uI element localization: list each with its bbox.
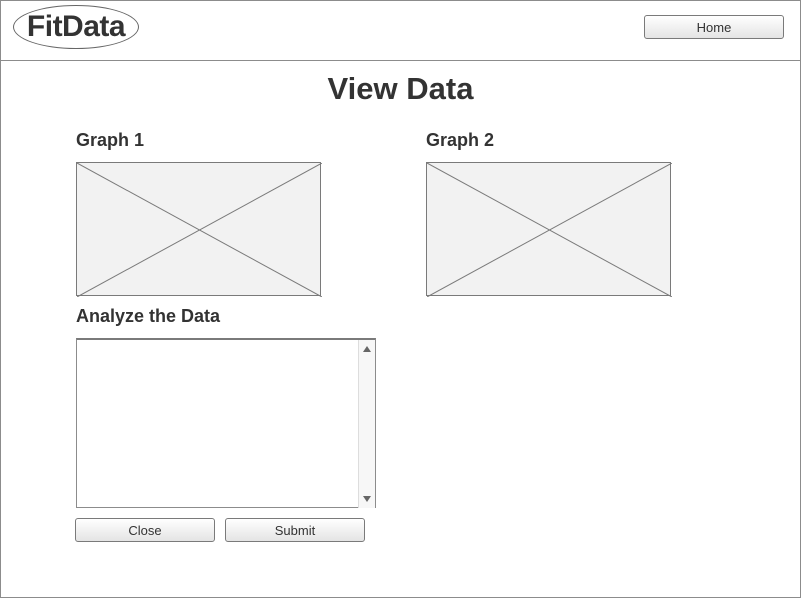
page-title: View Data — [327, 71, 474, 106]
graph-1-label: Graph 1 — [76, 130, 145, 150]
app-window: FitData Home View Data Graph 1 Graph 2 A… — [0, 0, 801, 598]
analyze-label: Analyze the Data — [76, 306, 221, 326]
submit-button[interactable]: Submit — [225, 518, 365, 542]
graph-2-label: Graph 2 — [426, 130, 495, 150]
home-button[interactable]: Home — [644, 15, 784, 39]
graph-2-placeholder — [426, 162, 672, 297]
image-placeholder-icon — [77, 163, 322, 297]
arrow-up-icon[interactable] — [363, 346, 371, 352]
textarea-scrollbar[interactable] — [358, 340, 375, 508]
image-placeholder-icon — [427, 163, 672, 297]
analyze-textarea[interactable] — [77, 340, 358, 508]
arrow-down-icon[interactable] — [363, 496, 371, 502]
close-button[interactable]: Close — [75, 518, 215, 542]
analyze-textarea-container — [76, 338, 376, 508]
header-bar: FitData Home — [1, 1, 800, 61]
logo: FitData — [13, 5, 139, 49]
graph-1-placeholder — [76, 162, 322, 297]
